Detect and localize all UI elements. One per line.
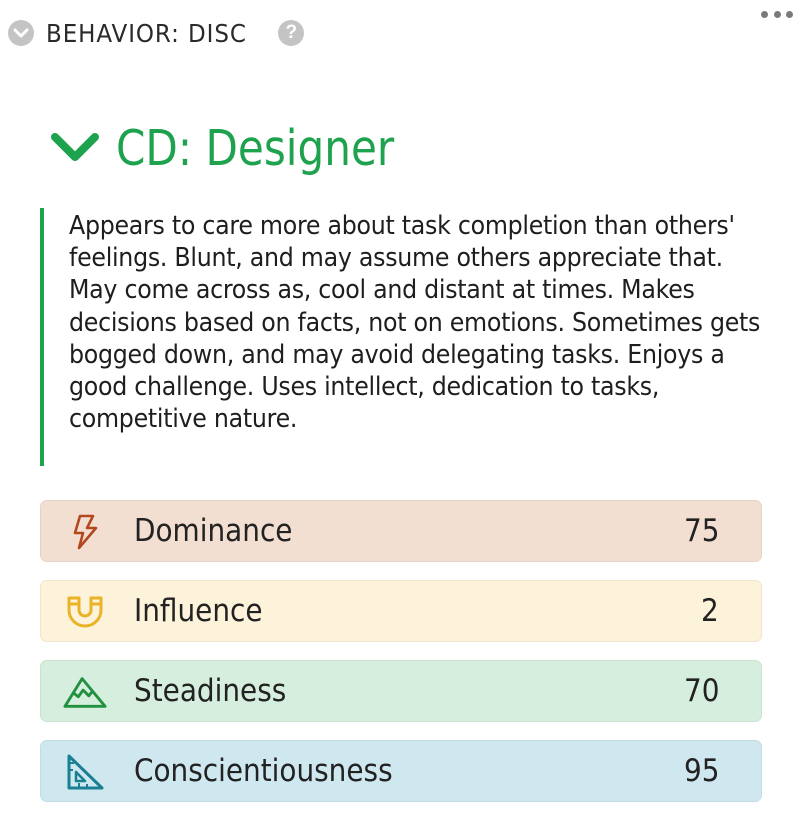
more-options-button[interactable]	[761, 4, 793, 24]
trait-influence[interactable]: Influence 2	[40, 580, 762, 642]
trait-score: 75	[683, 513, 719, 549]
chevron-down-icon	[51, 133, 99, 161]
trait-label: Conscientiousness	[134, 753, 393, 789]
collapse-button[interactable]	[8, 20, 34, 46]
panel-title: BEHAVIOR: DISC	[46, 18, 247, 48]
question-mark-icon: ?	[285, 22, 298, 43]
more-dot-icon	[761, 10, 768, 18]
profile-description: Appears to care more about task completi…	[40, 208, 760, 466]
trait-steadiness[interactable]: Steadiness 70	[40, 660, 762, 722]
trait-score: 95	[683, 753, 719, 789]
chevron-down-icon	[13, 28, 29, 38]
more-dot-icon	[773, 10, 781, 18]
lightning-icon	[63, 513, 107, 551]
profile-description-text: Appears to care more about task completi…	[69, 211, 761, 435]
disc-trait-list: Dominance 75 Influence 2 Steadiness 70 C…	[40, 500, 762, 820]
trait-label: Influence	[134, 593, 263, 629]
profile-type-title: CD: Designer	[116, 119, 395, 177]
trait-dominance[interactable]: Dominance 75	[40, 500, 762, 562]
more-dot-icon	[786, 10, 793, 18]
trait-score: 2	[701, 593, 719, 629]
panel-header: BEHAVIOR: DISC ?	[8, 16, 781, 50]
mountain-icon	[63, 673, 107, 711]
trait-score: 70	[683, 673, 719, 709]
set-square-icon	[63, 753, 107, 791]
profile-type-row[interactable]: CD: Designer	[50, 118, 440, 178]
help-button[interactable]: ?	[278, 20, 305, 46]
trait-label: Steadiness	[134, 673, 287, 709]
trait-conscientiousness[interactable]: Conscientiousness 95	[40, 740, 762, 802]
magnet-icon	[63, 593, 107, 631]
trait-label: Dominance	[134, 513, 293, 549]
